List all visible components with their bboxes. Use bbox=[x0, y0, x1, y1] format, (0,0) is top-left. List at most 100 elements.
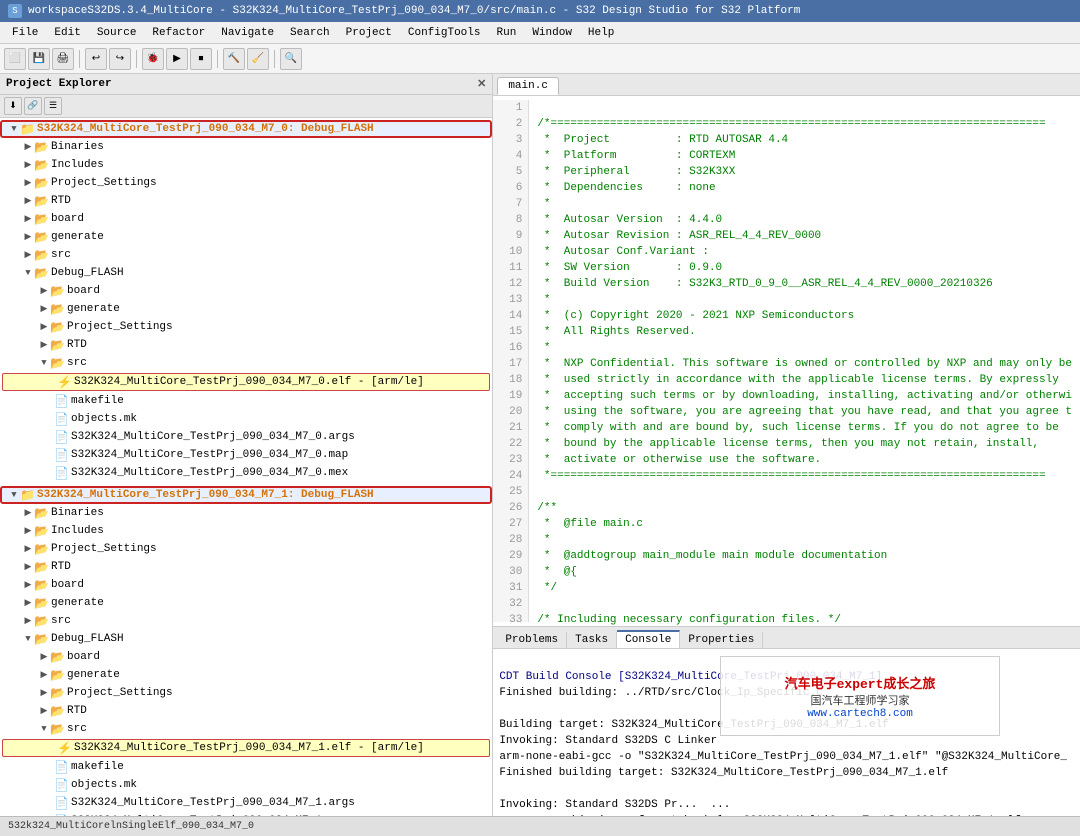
tree-board-2[interactable]: ▶ 📂 board bbox=[0, 576, 492, 594]
tree-rtd-2[interactable]: ▶ 📂 RTD bbox=[0, 558, 492, 576]
project-2-header[interactable]: ▼ 📁 S32K324_MultiCore_TestPrj_090_034_M7… bbox=[0, 486, 492, 504]
tree-makefile-2[interactable]: 📄 makefile bbox=[0, 758, 492, 776]
tree-makefile-1[interactable]: 📄 makefile bbox=[0, 392, 492, 410]
tree-args-1[interactable]: 📄 S32K324_MultiCore_TestPrj_090_034_M7_0… bbox=[0, 428, 492, 446]
tab-main-c[interactable]: main.c bbox=[497, 77, 559, 95]
tab-problems[interactable]: Problems bbox=[497, 632, 567, 648]
code-content[interactable]: /*======================================… bbox=[529, 100, 1080, 622]
menu-source[interactable]: Source bbox=[89, 25, 145, 41]
expand-arrow[interactable]: ▶ bbox=[38, 286, 50, 296]
tree-binaries-2[interactable]: ▶ 📂 Binaries bbox=[0, 504, 492, 522]
tree-objects-2[interactable]: 📄 objects.mk bbox=[0, 776, 492, 794]
tree-df-board-1[interactable]: ▶ 📂 board bbox=[0, 282, 492, 300]
tree-df-generate-2[interactable]: ▶ 📂 generate bbox=[0, 666, 492, 684]
tree-df-rtd-1[interactable]: ▶ 📂 RTD bbox=[0, 336, 492, 354]
menu-configtools[interactable]: ConfigTools bbox=[400, 25, 489, 41]
expand-arrow[interactable]: ▶ bbox=[38, 340, 50, 350]
menu-window[interactable]: Window bbox=[524, 25, 580, 41]
expand-arrow[interactable]: ▶ bbox=[22, 160, 34, 170]
expand-arrow[interactable]: ▼ bbox=[38, 724, 50, 734]
expand-arrow[interactable]: ▶ bbox=[22, 598, 34, 608]
tree-df-projsettings-2[interactable]: ▶ 📂 Project_Settings bbox=[0, 684, 492, 702]
expand-arrow[interactable]: ▶ bbox=[22, 214, 34, 224]
expand-arrow[interactable]: ▼ bbox=[8, 490, 20, 500]
tree-src-1[interactable]: ▶ 📂 src bbox=[0, 246, 492, 264]
tree-board-1[interactable]: ▶ 📂 board bbox=[0, 210, 492, 228]
pe-close-icon[interactable]: ✕ bbox=[477, 77, 486, 91]
tb-undo[interactable]: ↩ bbox=[85, 48, 107, 70]
menu-navigate[interactable]: Navigate bbox=[213, 25, 282, 41]
pe-collapse-btn[interactable]: ⬇ bbox=[4, 97, 22, 115]
tree-generate-1[interactable]: ▶ 📂 generate bbox=[0, 228, 492, 246]
tree-debugflash-2[interactable]: ▼ 📂 Debug_FLASH bbox=[0, 630, 492, 648]
tree-df-generate-1[interactable]: ▶ 📂 generate bbox=[0, 300, 492, 318]
expand-arrow[interactable]: ▼ bbox=[22, 634, 34, 644]
expand-arrow[interactable]: ▶ bbox=[22, 580, 34, 590]
tree-includes-2[interactable]: ▶ 📂 Includes bbox=[0, 522, 492, 540]
tree-mex-1[interactable]: 📄 S32K324_MultiCore_TestPrj_090_034_M7_0… bbox=[0, 464, 492, 482]
expand-arrow[interactable]: ▼ bbox=[38, 358, 50, 368]
expand-arrow[interactable]: ▶ bbox=[38, 670, 50, 680]
expand-arrow[interactable]: ▶ bbox=[22, 250, 34, 260]
expand-arrow[interactable]: ▶ bbox=[22, 562, 34, 572]
expand-arrow[interactable]: ▶ bbox=[38, 322, 50, 332]
tree-projsettings-1[interactable]: ▶ 📂 Project_Settings bbox=[0, 174, 492, 192]
tree-args-2[interactable]: 📄 S32K324_MultiCore_TestPrj_090_034_M7_1… bbox=[0, 794, 492, 812]
menu-edit[interactable]: Edit bbox=[46, 25, 88, 41]
expand-arrow[interactable]: ▶ bbox=[38, 706, 50, 716]
tab-console[interactable]: Console bbox=[617, 630, 680, 648]
elf-item-2[interactable]: ⚡ S32K324_MultiCore_TestPrj_090_034_M7_1… bbox=[2, 739, 490, 757]
tree-debugflash-1[interactable]: ▼ 📂 Debug_FLASH bbox=[0, 264, 492, 282]
menu-file[interactable]: File bbox=[4, 25, 46, 41]
expand-arrow[interactable]: ▶ bbox=[22, 544, 34, 554]
menu-refactor[interactable]: Refactor bbox=[144, 25, 213, 41]
expand-arrow[interactable]: ▶ bbox=[22, 178, 34, 188]
tree-src-2[interactable]: ▶ 📂 src bbox=[0, 612, 492, 630]
tab-properties[interactable]: Properties bbox=[680, 632, 763, 648]
tb-print[interactable]: 🖨 bbox=[52, 48, 74, 70]
tb-save[interactable]: 💾 bbox=[28, 48, 50, 70]
tb-stop[interactable]: ⏹ bbox=[190, 48, 212, 70]
expand-arrow[interactable]: ▶ bbox=[22, 508, 34, 518]
tb-clean[interactable]: 🧹 bbox=[247, 48, 269, 70]
project-tree[interactable]: ▼ 📁 S32K324_MultiCore_TestPrj_090_034_M7… bbox=[0, 118, 492, 816]
tree-df-projsettings-1[interactable]: ▶ 📂 Project_Settings bbox=[0, 318, 492, 336]
tb-redo[interactable]: ↪ bbox=[109, 48, 131, 70]
tree-objects-1[interactable]: 📄 objects.mk bbox=[0, 410, 492, 428]
menu-run[interactable]: Run bbox=[489, 25, 525, 41]
tree-df-board-2[interactable]: ▶ 📂 board bbox=[0, 648, 492, 666]
tree-rtd-1[interactable]: ▶ 📂 RTD bbox=[0, 192, 492, 210]
tree-generate-2[interactable]: ▶ 📂 generate bbox=[0, 594, 492, 612]
tb-debug[interactable]: 🐞 bbox=[142, 48, 164, 70]
tb-new[interactable]: ⬜ bbox=[4, 48, 26, 70]
project-1-header[interactable]: ▼ 📁 S32K324_MultiCore_TestPrj_090_034_M7… bbox=[0, 120, 492, 138]
pe-link-btn[interactable]: 🔗 bbox=[24, 97, 42, 115]
expand-arrow[interactable]: ▶ bbox=[38, 304, 50, 314]
tree-df-src-1[interactable]: ▼ 📂 src bbox=[0, 354, 492, 372]
expand-arrow[interactable]: ▶ bbox=[38, 652, 50, 662]
tree-map-2[interactable]: 📄 S32K324_MultiCore_TestPrj_090_034_M7_1… bbox=[0, 812, 492, 816]
expand-arrow[interactable]: ▶ bbox=[22, 196, 34, 206]
expand-arrow[interactable]: ▶ bbox=[22, 232, 34, 242]
tree-map-1[interactable]: 📄 S32K324_MultiCore_TestPrj_090_034_M7_0… bbox=[0, 446, 492, 464]
tab-tasks[interactable]: Tasks bbox=[567, 632, 617, 648]
tb-run[interactable]: ▶ bbox=[166, 48, 188, 70]
expand-arrow[interactable]: ▼ bbox=[8, 124, 20, 134]
tree-binaries-1[interactable]: ▶ 📂 Binaries bbox=[0, 138, 492, 156]
pe-menu-btn[interactable]: ☰ bbox=[44, 97, 62, 115]
menu-project[interactable]: Project bbox=[338, 25, 400, 41]
tb-build[interactable]: 🔨 bbox=[223, 48, 245, 70]
menu-help[interactable]: Help bbox=[580, 25, 622, 41]
elf-item-1[interactable]: ⚡ S32K324_MultiCore_TestPrj_090_034_M7_0… bbox=[2, 373, 490, 391]
expand-arrow[interactable]: ▶ bbox=[38, 688, 50, 698]
tree-projsettings-2[interactable]: ▶ 📂 Project_Settings bbox=[0, 540, 492, 558]
expand-arrow[interactable]: ▶ bbox=[22, 616, 34, 626]
menu-search[interactable]: Search bbox=[282, 25, 338, 41]
tree-df-src-2[interactable]: ▼ 📂 src bbox=[0, 720, 492, 738]
tree-includes-1[interactable]: ▶ 📂 Includes bbox=[0, 156, 492, 174]
expand-arrow[interactable]: ▶ bbox=[22, 142, 34, 152]
expand-arrow[interactable]: ▶ bbox=[22, 526, 34, 536]
tree-df-rtd-2[interactable]: ▶ 📂 RTD bbox=[0, 702, 492, 720]
expand-arrow[interactable]: ▼ bbox=[22, 268, 34, 278]
code-editor[interactable]: 1 2 3 4 5 6 7 8 9 10 11 12 13 14 15 16 1 bbox=[493, 96, 1080, 626]
